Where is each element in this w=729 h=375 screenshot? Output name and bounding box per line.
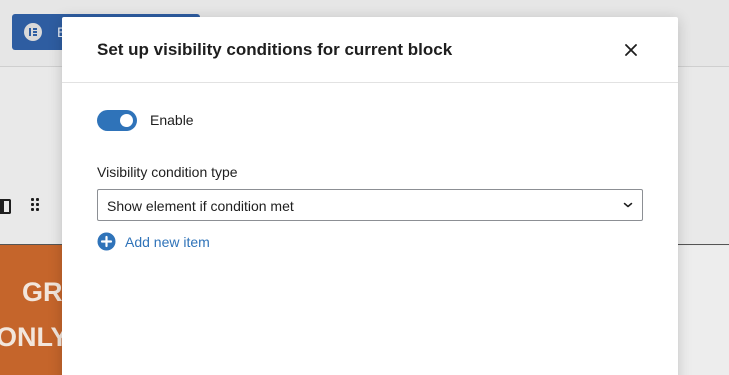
- drag-handle-icon[interactable]: [30, 197, 40, 213]
- orange-block-text-line-2: ONLY: [0, 322, 62, 352]
- modal-title: Set up visibility conditions for current…: [97, 40, 453, 59]
- right-panel: [678, 246, 729, 375]
- close-button[interactable]: [618, 37, 644, 63]
- condition-type-label: Visibility condition type: [97, 164, 238, 180]
- add-new-item-label: Add new item: [125, 233, 210, 250]
- plus-circle-icon: [97, 232, 116, 251]
- elementor-logo-icon: [24, 23, 42, 41]
- enable-toggle-label: Enable: [150, 112, 194, 128]
- toggle-knob: [120, 113, 133, 127]
- close-icon: [625, 44, 637, 56]
- chevron-down-icon: [623, 202, 633, 208]
- add-new-item-button[interactable]: Add new item: [97, 232, 210, 251]
- orange-cover-block: GR ONLY: [0, 245, 62, 375]
- editor-screen: E GR ONLY Set up visibility conditions f…: [0, 0, 729, 375]
- enable-toggle[interactable]: [97, 109, 137, 131]
- condition-type-value: Show element if condition met: [107, 198, 294, 214]
- enable-toggle-row: Enable: [97, 109, 194, 131]
- block-icon[interactable]: [0, 199, 11, 214]
- visibility-conditions-modal: Set up visibility conditions for current…: [62, 17, 678, 375]
- condition-type-select[interactable]: Show element if condition met: [97, 189, 643, 221]
- block-toolbar: [0, 190, 62, 220]
- orange-block-text-line-1: GR: [22, 277, 62, 307]
- modal-header: Set up visibility conditions for current…: [62, 17, 678, 83]
